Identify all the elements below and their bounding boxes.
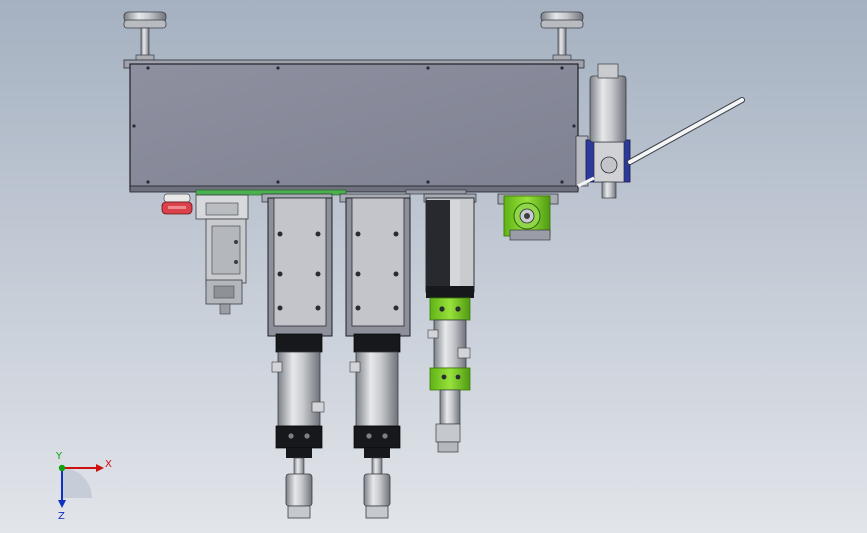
gear-motor-unit[interactable] xyxy=(497,193,559,241)
emergency-button[interactable] xyxy=(161,193,193,215)
mounting-plate[interactable] xyxy=(123,59,585,196)
cad-viewport[interactable]: X Y Z xyxy=(0,0,867,533)
axis-z-label: Z xyxy=(58,511,65,522)
cad-scene: X Y Z xyxy=(0,0,867,533)
axis-y-label: Y xyxy=(55,451,63,462)
axis-x-label: X xyxy=(105,459,112,470)
